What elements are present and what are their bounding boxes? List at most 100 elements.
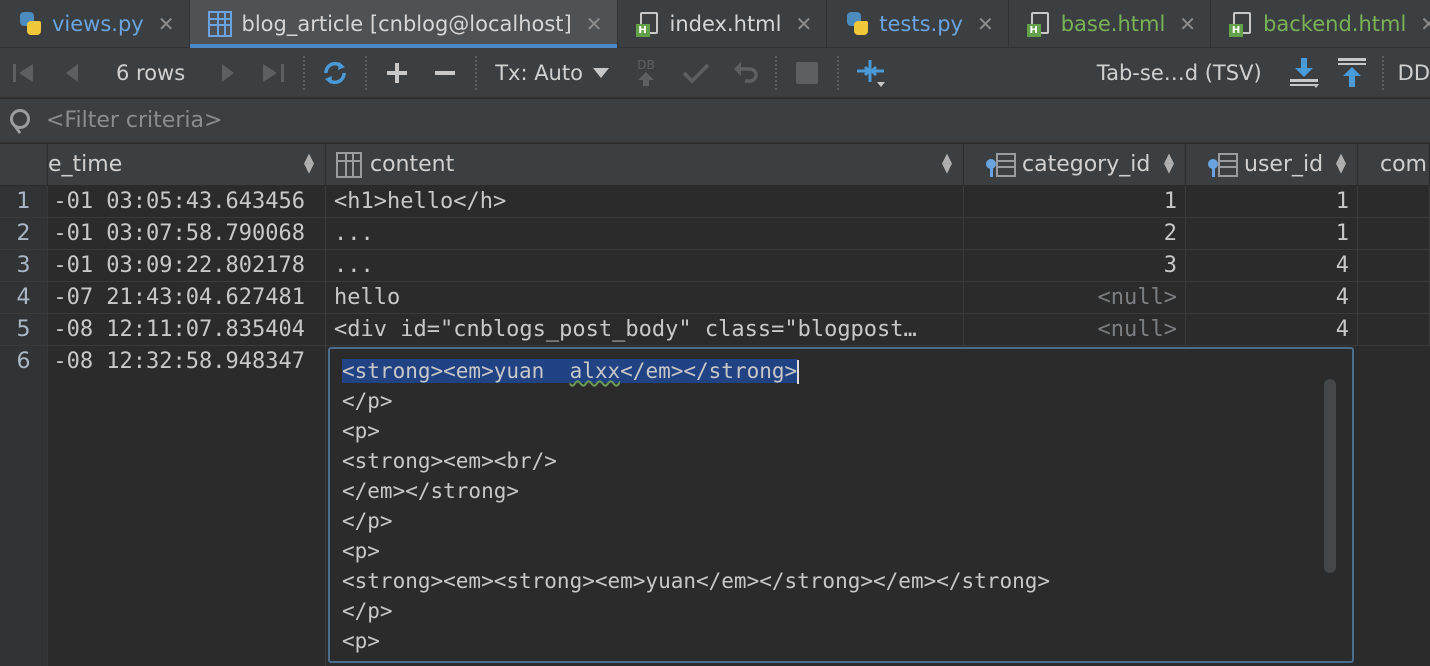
last-page-button[interactable] — [251, 48, 297, 97]
cell-time[interactable]: -01 03:07:58.790068 — [48, 218, 326, 250]
editor-line[interactable]: <strong><em><strong><em>yuan</em></stron… — [342, 566, 1050, 596]
cell-content[interactable]: <h1>hello</h> — [326, 186, 964, 218]
column-header-category-id[interactable]: category_id ▲ ▼ — [964, 144, 1186, 186]
ddl-button[interactable]: DD — [1390, 48, 1430, 97]
editor-line[interactable]: <strong><em><br/> — [342, 446, 557, 476]
stop-button[interactable] — [783, 48, 831, 97]
chevron-down-icon — [592, 67, 609, 78]
previous-page-button[interactable] — [48, 48, 94, 97]
editor-line[interactable]: </em></strong> — [342, 476, 519, 506]
editor-line[interactable]: <p> — [342, 626, 380, 656]
vertical-scrollbar[interactable] — [1324, 379, 1336, 573]
editor-line[interactable]: <p> — [342, 416, 380, 446]
submit-to-db-button[interactable]: DB — [621, 48, 671, 97]
filter-criteria-input[interactable]: <Filter criteria> — [46, 108, 222, 133]
transaction-mode-label: Tx: Auto — [495, 60, 583, 85]
toolbar-separator — [1381, 55, 1384, 90]
plus-icon — [387, 62, 408, 83]
selected-text: <strong><em>yuan alxx</em></strong> — [342, 359, 798, 383]
cell-comment[interactable] — [1358, 250, 1430, 282]
close-icon[interactable]: ✕ — [586, 12, 603, 36]
table-row[interactable]: 2 -01 03:07:58.790068 ... 2 1 — [0, 218, 1430, 250]
column-header-comment[interactable]: comm — [1358, 144, 1430, 186]
cell-time[interactable]: -08 12:11:07.835404 — [48, 314, 326, 346]
first-page-button[interactable] — [0, 48, 48, 97]
transaction-mode-dropdown[interactable]: Tx: Auto — [483, 48, 621, 97]
cell-comment[interactable] — [1358, 186, 1430, 218]
toolbar-separator — [774, 55, 777, 90]
rows-count[interactable]: 6 rows — [94, 48, 207, 97]
search-icon[interactable] — [8, 108, 32, 133]
tab-backend-html[interactable]: H backend.html ✕ — [1211, 0, 1430, 48]
upload-button[interactable] — [1328, 48, 1376, 97]
table-row[interactable]: 5 -08 12:11:07.835404 <div id="cnblogs_p… — [0, 314, 1430, 346]
tab-views-py[interactable]: views.py ✕ — [0, 0, 190, 48]
refresh-button[interactable] — [311, 48, 359, 97]
table-row[interactable]: 1 -01 03:05:43.643456 <h1>hello</h> 1 1 — [0, 186, 1430, 218]
sort-icon[interactable]: ▲ ▼ — [1163, 152, 1175, 175]
close-icon[interactable]: ✕ — [795, 12, 812, 36]
close-icon[interactable]: ✕ — [1179, 12, 1196, 36]
tab-index-html[interactable]: H index.html ✕ — [618, 0, 828, 48]
next-page-button[interactable] — [207, 48, 251, 97]
tab-base-html[interactable]: H base.html ✕ — [1009, 0, 1212, 48]
tab-tests-py[interactable]: tests.py ✕ — [827, 0, 1009, 48]
column-header-label: e_time — [48, 152, 123, 177]
cell-category-id[interactable]: 1 — [964, 186, 1186, 218]
cell-comment[interactable] — [1358, 346, 1430, 666]
cell-content[interactable]: hello — [326, 282, 964, 314]
sort-icon[interactable]: ▲ ▼ — [303, 152, 315, 175]
column-header-time[interactable]: e_time ▲ ▼ — [48, 144, 326, 186]
add-row-button[interactable] — [373, 48, 421, 97]
cell-user-id[interactable]: 4 — [1186, 250, 1358, 282]
python-file-icon — [18, 11, 42, 37]
cell-comment[interactable] — [1358, 218, 1430, 250]
editor-line[interactable]: </p> — [342, 386, 393, 416]
table-row[interactable]: 3 -01 03:09:22.802178 ... 3 4 — [0, 250, 1430, 282]
undo-icon — [733, 61, 758, 83]
minus-icon — [435, 70, 456, 75]
cell-comment[interactable] — [1358, 314, 1430, 346]
cell-category-id[interactable]: 2 — [964, 218, 1186, 250]
rollback-button[interactable] — [721, 48, 769, 97]
view-mode-button[interactable] — [845, 48, 897, 97]
cell-category-id[interactable]: <null> — [964, 282, 1186, 314]
cell-content[interactable]: ... — [326, 218, 964, 250]
export-format-selector[interactable]: Tab-se…d (TSV) — [1097, 48, 1280, 97]
cell-user-id[interactable]: 1 — [1186, 186, 1358, 218]
close-icon[interactable]: ✕ — [1420, 12, 1430, 36]
cell-user-id[interactable]: 4 — [1186, 282, 1358, 314]
editor-line[interactable]: <p> — [342, 536, 380, 566]
editor-line[interactable]: <strong><em>yuan alxx</em></strong> — [342, 356, 800, 386]
export-to-file-button[interactable] — [1280, 48, 1328, 97]
first-page-icon — [13, 63, 33, 82]
column-header-content[interactable]: content ▲ ▼ — [326, 144, 964, 186]
editor-line[interactable]: </p> — [342, 506, 393, 536]
table-row[interactable]: 4 -07 21:43:04.627481 hello <null> 4 — [0, 282, 1430, 314]
cell-category-id[interactable]: <null> — [964, 314, 1186, 346]
cell-content[interactable]: <div id="cnblogs_post_body" class="blogp… — [326, 314, 964, 346]
tab-blog-article[interactable]: blog_article [cnblog@localhost] ✕ — [189, 0, 618, 48]
cell-user-id[interactable]: 1 — [1186, 218, 1358, 250]
cell-value-editor[interactable]: <strong><em>yuan alxx</em></strong> </p>… — [328, 347, 1354, 663]
arrow-up-icon — [637, 71, 654, 86]
cell-time[interactable]: -07 21:43:04.627481 — [48, 282, 326, 314]
editor-line[interactable]: </p> — [342, 596, 393, 626]
sort-icon[interactable]: ▲ ▼ — [1335, 152, 1347, 175]
cell-comment[interactable] — [1358, 282, 1430, 314]
cell-time[interactable]: -08 12:32:58.948347 — [48, 346, 326, 666]
close-icon[interactable]: ✕ — [158, 12, 175, 36]
sort-icon[interactable]: ▲ ▼ — [941, 152, 953, 175]
cell-user-id[interactable]: 4 — [1186, 314, 1358, 346]
delete-row-button[interactable] — [421, 48, 469, 97]
column-header-user-id[interactable]: user_id ▲ ▼ — [1186, 144, 1358, 186]
cell-content[interactable]: ... — [326, 250, 964, 282]
cell-category-id[interactable]: 3 — [964, 250, 1186, 282]
cell-time[interactable]: -01 03:05:43.643456 — [48, 186, 326, 218]
cell-time[interactable]: -01 03:09:22.802178 — [48, 250, 326, 282]
close-icon[interactable]: ✕ — [977, 12, 994, 36]
column-header-label: category_id — [1022, 152, 1151, 177]
text-caret — [797, 360, 800, 384]
foreign-key-icon — [1208, 151, 1238, 179]
commit-button[interactable] — [671, 48, 721, 97]
